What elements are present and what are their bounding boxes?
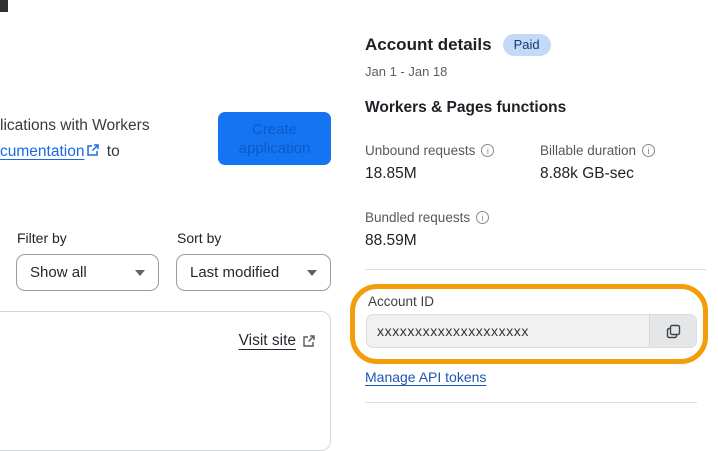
manage-api-tokens-link[interactable]: Manage API tokens — [365, 369, 486, 385]
stat-bundled-requests: Bundled requests i 88.59M — [365, 210, 540, 250]
intro-line-2-tail: to — [106, 143, 120, 160]
account-id-label: Account ID — [368, 294, 435, 309]
external-link-icon — [302, 334, 316, 348]
create-application-label-line1: Create — [251, 120, 298, 138]
stat-billable-duration: Billable duration i 8.88k GB-sec — [540, 143, 656, 183]
stat-label: Billable duration — [540, 143, 637, 158]
account-id-field — [366, 314, 697, 348]
create-application-button[interactable]: Create application — [218, 112, 331, 165]
screen-corner-fragment — [0, 0, 8, 12]
account-id-input[interactable] — [367, 315, 649, 347]
stat-label: Bundled requests — [365, 210, 471, 225]
visit-site-link[interactable]: Visit site — [239, 332, 316, 350]
stat-value: 18.85M — [365, 165, 417, 182]
info-icon[interactable]: i — [476, 211, 490, 224]
project-card: Visit site — [0, 311, 331, 451]
divider — [365, 402, 697, 403]
create-application-label-line2: application — [238, 139, 311, 157]
sort-dropdown-value: Last modified — [190, 264, 280, 281]
copy-account-id-button[interactable] — [649, 315, 696, 347]
info-icon[interactable]: i — [642, 144, 656, 157]
intro-line-1: lications with Workers — [0, 117, 150, 134]
filter-dropdown-value: Show all — [30, 264, 87, 281]
filter-dropdown[interactable]: Show all — [16, 254, 159, 291]
stat-value: 8.88k GB-sec — [540, 165, 634, 182]
info-icon[interactable]: i — [481, 144, 495, 157]
stat-value: 88.59M — [365, 232, 417, 249]
account-details-title: Account details — [365, 35, 492, 54]
intro-text: lications with Workers cumentation to — [0, 113, 150, 166]
account-details-header: Account details Paid — [365, 34, 551, 56]
workers-pages-functions-title: Workers & Pages functions — [365, 99, 567, 116]
usage-stats: Unbound requests i 18.85M Billable durat… — [365, 143, 656, 250]
intro-line-2: cumentation to — [0, 139, 150, 166]
copy-icon — [665, 323, 682, 340]
filter-by-label: Filter by — [17, 230, 67, 246]
visit-site-label: Visit site — [238, 332, 296, 349]
date-range: Jan 1 - Jan 18 — [365, 64, 448, 79]
paid-badge: Paid — [502, 34, 551, 56]
sort-by-label: Sort by — [177, 230, 222, 246]
external-link-icon — [86, 140, 100, 166]
chevron-down-icon — [135, 269, 145, 276]
chevron-down-icon — [307, 269, 317, 276]
stat-unbound-requests: Unbound requests i 18.85M — [365, 143, 540, 183]
sort-dropdown[interactable]: Last modified — [176, 254, 331, 291]
stat-label: Unbound requests — [365, 143, 476, 158]
divider — [365, 269, 706, 270]
documentation-link[interactable]: cumentation — [0, 143, 84, 160]
